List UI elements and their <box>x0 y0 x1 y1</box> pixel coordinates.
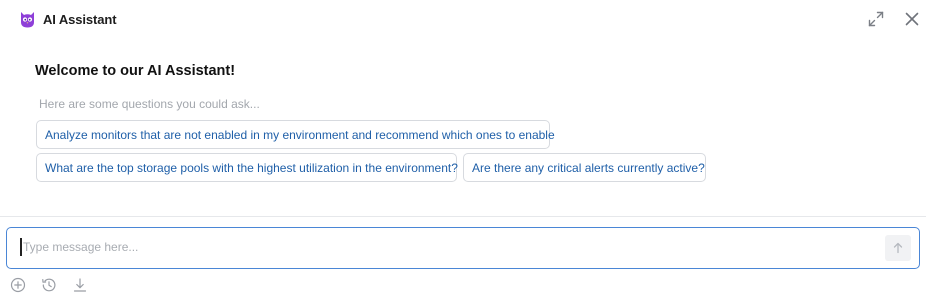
app-title: AI Assistant <box>43 12 117 27</box>
send-button[interactable] <box>885 235 911 261</box>
arrow-up-icon <box>893 242 903 254</box>
suggestion-chip[interactable]: What are the top storage pools with the … <box>36 153 458 182</box>
message-input[interactable] <box>23 235 873 259</box>
close-icon[interactable] <box>902 9 922 29</box>
download-icon[interactable] <box>72 277 88 293</box>
suggestions-hint: Here are some questions you could ask... <box>39 97 260 111</box>
plus-circle-icon[interactable] <box>10 277 26 293</box>
expand-icon[interactable] <box>866 9 886 29</box>
history-icon[interactable] <box>41 277 57 293</box>
suggestion-chip[interactable]: Analyze monitors that are not enabled in… <box>36 120 555 149</box>
divider <box>0 216 926 217</box>
header: AI Assistant <box>0 0 926 40</box>
suggestion-chip[interactable]: Are there any critical alerts currently … <box>463 153 706 182</box>
text-cursor <box>20 238 22 256</box>
owl-logo-icon <box>18 10 37 29</box>
message-composer[interactable] <box>6 227 920 269</box>
welcome-heading: Welcome to our AI Assistant! <box>35 63 236 79</box>
